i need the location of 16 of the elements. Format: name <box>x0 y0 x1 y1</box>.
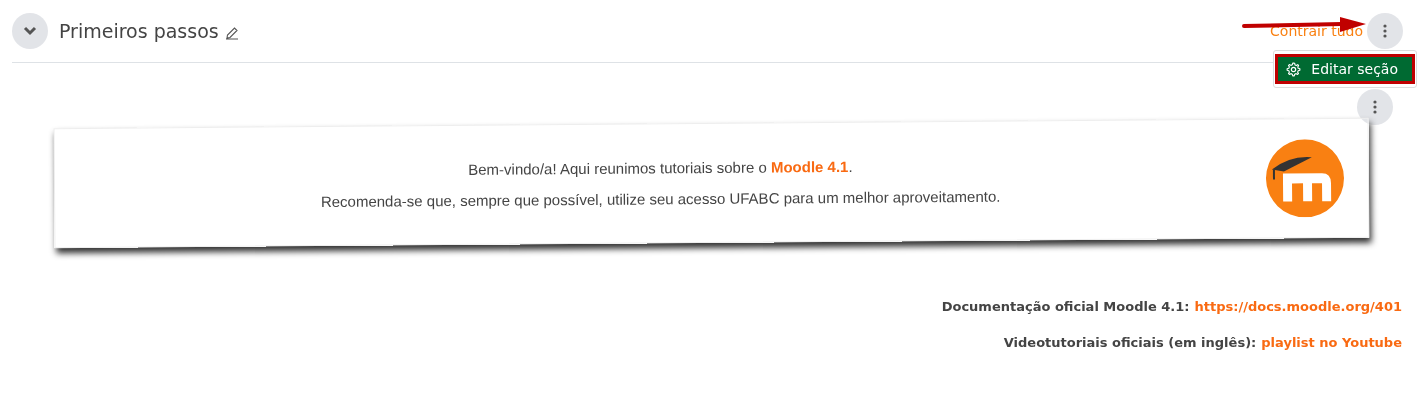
link-label: Videotutoriais oficiais (em inglês): <box>1003 335 1257 350</box>
period-text: . <box>848 157 853 175</box>
external-link[interactable]: https://docs.moodle.org/401 <box>1194 299 1402 314</box>
welcome-text-start: Bem-vindo/a! Aqui reunimos tutoriais sobre o <box>468 158 768 178</box>
link-label: Documentação oficial Moodle 4.1: <box>941 299 1190 314</box>
kebab-icon <box>1373 100 1377 114</box>
recommendation-text: Recomenda-se que, sempre que possível, utilize seu acesso UFABC para um melhor aproveitamento. <box>319 186 1002 213</box>
moodle-link[interactable]: Moodle 4.1 <box>770 157 849 176</box>
pencil-icon[interactable] <box>224 26 239 40</box>
edit-section-menu-item[interactable]: Editar seção <box>1275 54 1415 84</box>
gear-icon <box>1286 61 1302 77</box>
kebab-icon <box>1383 24 1387 38</box>
collapse-toggle[interactable] <box>12 13 48 49</box>
external-link[interactable]: playlist no Youtube <box>1261 335 1402 350</box>
section-title: Primeiros passos <box>59 20 219 42</box>
chevron-icon <box>23 26 37 36</box>
